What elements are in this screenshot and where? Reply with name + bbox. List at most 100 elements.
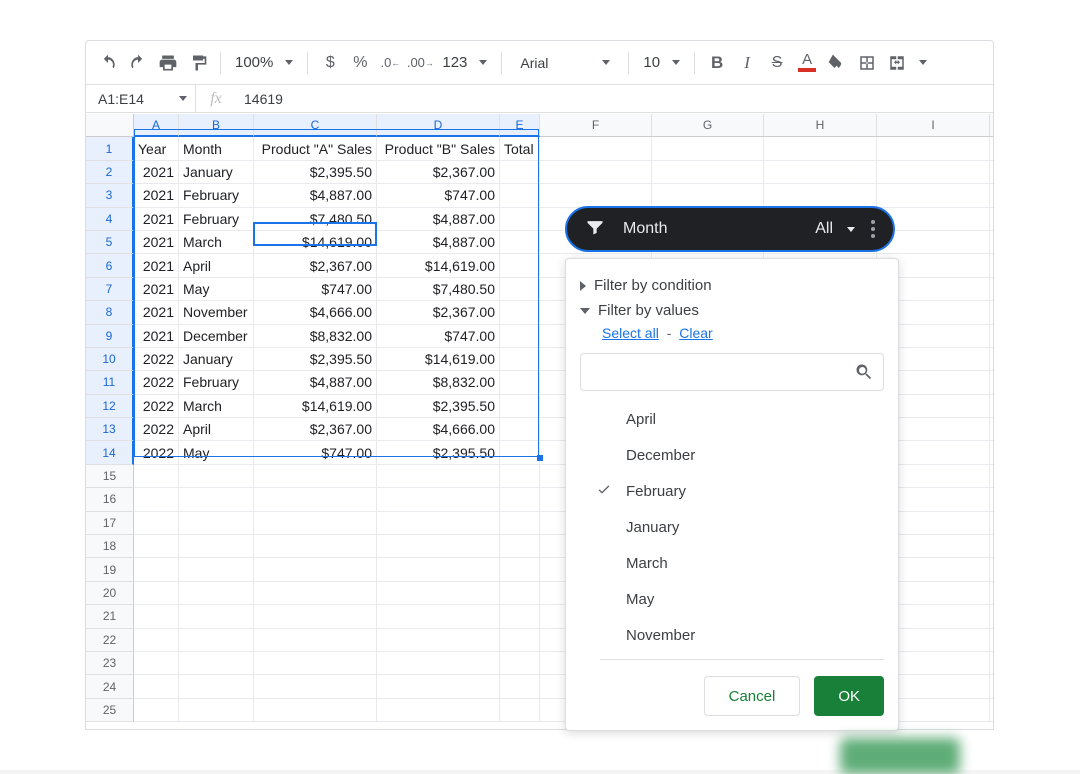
cell[interactable] [990,184,994,207]
cell[interactable]: $14,619.00 [254,395,377,418]
cell[interactable] [764,137,877,160]
cell[interactable]: $2,367.00 [254,254,377,277]
column-header[interactable]: E [500,114,540,137]
cell[interactable] [254,535,377,558]
cell[interactable]: Month [179,137,254,160]
row-header[interactable]: 18 [86,535,134,558]
cancel-button[interactable]: Cancel [704,676,801,716]
cell[interactable] [254,652,377,675]
borders-button[interactable] [853,49,881,77]
cell[interactable] [377,512,500,535]
cell[interactable] [179,558,254,581]
cell[interactable]: $4,666.00 [377,418,500,441]
filter-value-item[interactable]: February [590,473,884,509]
row-header[interactable]: 19 [86,558,134,581]
cell[interactable] [179,582,254,605]
cell[interactable]: March [179,395,254,418]
currency-button[interactable]: $ [316,49,344,77]
cell[interactable]: 2021 [134,278,179,301]
cell[interactable] [500,208,540,231]
cell[interactable]: $4,666.00 [254,301,377,324]
filter-value-item[interactable]: December [590,437,884,473]
cell[interactable]: November [179,301,254,324]
name-box[interactable]: A1:E14 [86,85,196,112]
row-header[interactable]: 4 [86,208,134,231]
cell[interactable] [500,465,540,488]
cell[interactable] [540,184,652,207]
cell[interactable] [377,558,500,581]
row-header[interactable]: 10 [86,348,134,371]
cell[interactable]: $14,619.00 [254,231,377,254]
cell[interactable]: $4,887.00 [254,371,377,394]
cell[interactable]: April [179,418,254,441]
redo-button[interactable] [124,49,152,77]
italic-button[interactable]: I [733,49,761,77]
cell[interactable] [377,488,500,511]
cell[interactable] [990,535,994,558]
cell[interactable] [990,395,994,418]
cell[interactable] [179,605,254,628]
cell[interactable] [254,582,377,605]
cell[interactable] [377,582,500,605]
selection-handle[interactable] [537,455,543,461]
row-header[interactable]: 5 [86,231,134,254]
cell[interactable]: $747.00 [377,325,500,348]
cell[interactable]: $2,367.00 [254,418,377,441]
cell[interactable] [990,137,994,160]
cell[interactable]: $4,887.00 [377,231,500,254]
row-header[interactable]: 21 [86,605,134,628]
cell[interactable] [134,675,179,698]
increase-decimal-button[interactable]: .00→ [406,49,434,77]
row-header[interactable]: 2 [86,161,134,184]
cell[interactable] [179,675,254,698]
select-all-link[interactable]: Select all [602,325,659,341]
cell[interactable] [134,558,179,581]
cell[interactable] [254,488,377,511]
cell[interactable] [990,161,994,184]
cell[interactable]: $4,887.00 [377,208,500,231]
cell[interactable] [500,325,540,348]
print-button[interactable] [154,49,182,77]
cell[interactable] [134,699,179,722]
cell[interactable]: $8,832.00 [254,325,377,348]
cell[interactable]: Total [500,137,540,160]
cell[interactable] [377,535,500,558]
cell[interactable]: $7,480.50 [377,278,500,301]
cell[interactable] [764,184,877,207]
cell[interactable]: $747.00 [254,441,377,464]
cell[interactable]: January [179,161,254,184]
cell[interactable]: January [179,348,254,371]
select-all-corner[interactable] [86,114,134,137]
formula-input[interactable]: 14619 [236,91,283,107]
cell[interactable] [500,488,540,511]
cell[interactable] [652,184,764,207]
filter-chip-menu-icon[interactable] [871,220,875,238]
cell[interactable]: February [179,208,254,231]
cell[interactable]: 2021 [134,254,179,277]
row-header[interactable]: 17 [86,512,134,535]
cell[interactable] [990,441,994,464]
cell[interactable] [990,675,994,698]
cell[interactable] [540,137,652,160]
cell[interactable] [990,465,994,488]
cell[interactable] [500,161,540,184]
cell[interactable] [877,161,990,184]
cell[interactable] [179,512,254,535]
ok-button[interactable]: OK [814,676,884,716]
cell[interactable] [134,629,179,652]
cell[interactable] [254,465,377,488]
cell[interactable]: March [179,231,254,254]
cell[interactable] [990,558,994,581]
cell[interactable] [500,629,540,652]
row-header[interactable]: 16 [86,488,134,511]
undo-button[interactable] [94,49,122,77]
column-header[interactable]: F [540,114,652,137]
cell[interactable]: April [179,254,254,277]
cell[interactable] [179,465,254,488]
cell[interactable] [377,675,500,698]
cell[interactable] [179,535,254,558]
decrease-decimal-button[interactable]: .0← [376,49,404,77]
cell[interactable] [134,488,179,511]
cell[interactable]: $14,619.00 [377,348,500,371]
row-header[interactable]: 6 [86,254,134,277]
